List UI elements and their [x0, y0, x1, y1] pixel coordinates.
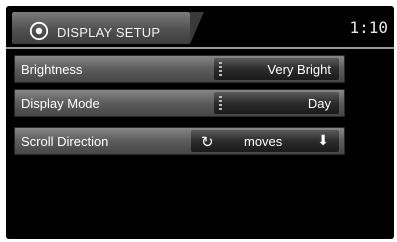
setting-label-scroll-direction: Scroll Direction [21, 134, 109, 149]
header-tab: DISPLAY SETUP [12, 12, 204, 44]
display-setup-screen: DISPLAY SETUP 1:10 Brightness Very Brigh… [6, 6, 394, 239]
header-divider [6, 47, 394, 49]
display-mode-value: Day [307, 96, 331, 111]
setting-row-brightness[interactable]: Brightness Very Bright [14, 55, 345, 83]
header: DISPLAY SETUP 1:10 [6, 6, 394, 50]
display-mode-value-button[interactable]: Day [214, 92, 339, 114]
down-arrow-icon: ⬇ [317, 132, 329, 148]
gear-icon [29, 21, 49, 41]
page-title: DISPLAY SETUP [57, 25, 161, 40]
brightness-value-button[interactable]: Very Bright [214, 58, 339, 80]
rotate-icon: ↻ [201, 134, 214, 151]
scroll-direction-value: moves [244, 134, 283, 149]
brightness-value: Very Bright [267, 62, 331, 77]
slider-grip-icon [219, 62, 222, 76]
slider-grip-icon [219, 96, 222, 110]
setting-row-scroll-direction[interactable]: Scroll Direction ↻ moves ⬇ [14, 127, 345, 155]
scroll-direction-value-button[interactable]: ↻ moves ⬇ [191, 130, 339, 152]
setting-label-brightness: Brightness [21, 62, 83, 77]
setting-label-display-mode: Display Mode [21, 96, 100, 111]
setting-row-display-mode[interactable]: Display Mode Day [14, 89, 345, 117]
clock: 1:10 [349, 18, 388, 37]
